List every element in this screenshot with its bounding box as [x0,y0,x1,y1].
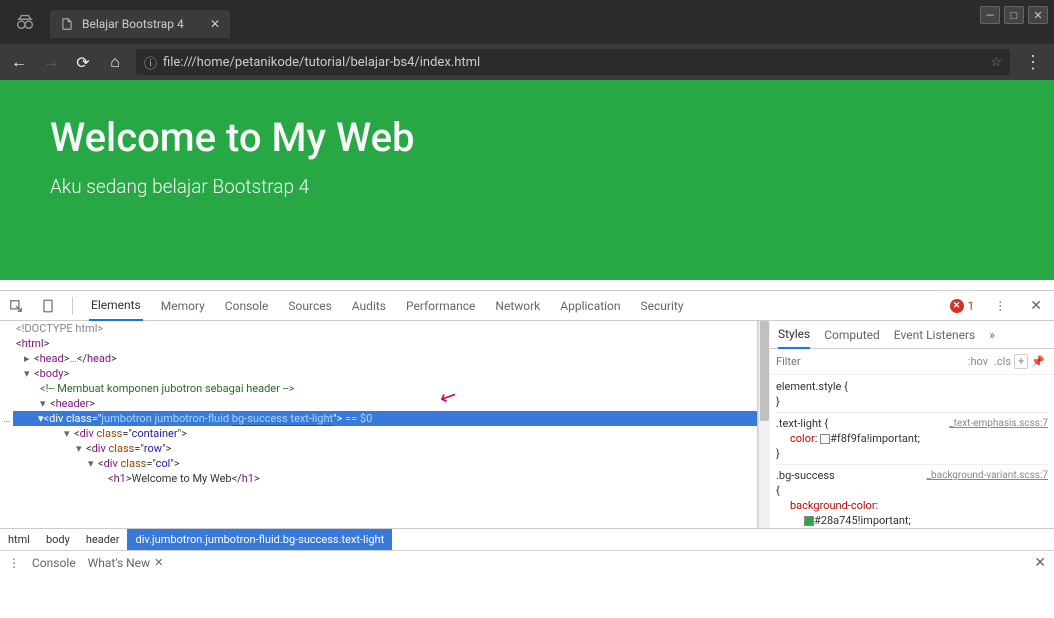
styles-tab-styles[interactable]: Styles [778,321,810,349]
close-icon[interactable]: ✕ [154,556,163,569]
tab-performance[interactable]: Performance [404,291,477,321]
page-viewport: Welcome to My Web Aku sedang belajar Boo… [0,80,1054,290]
dom-selected-element[interactable]: …▾<div class="jumbotron jumbotron-fluid … [0,411,757,426]
scrollbar-thumb[interactable] [760,321,769,421]
rule-element-style[interactable]: element.style {} [776,379,1048,413]
styles-tab-events[interactable]: Event Listeners [894,321,975,349]
browser-menu-button[interactable]: ⋮ [1020,52,1046,73]
collapse-arrow-icon[interactable]: ▾ [88,456,98,471]
dom-col[interactable]: ▾<div class="col"> [0,456,757,471]
reload-button[interactable]: ⟳ [72,51,94,73]
dom-scrollbar[interactable] [758,321,770,528]
drawer-close-button[interactable]: ✕ [1034,555,1046,571]
window-controls: — □ ✕ [980,6,1048,24]
browser-tab[interactable]: Belajar Bootstrap 4 ✕ [50,10,230,38]
jumbotron: Welcome to My Web Aku sedang belajar Boo… [0,80,1054,280]
home-button[interactable]: ⌂ [104,51,126,73]
devtools-drawer: ⋮ Console What's New ✕ ✕ [0,550,1054,574]
tab-console[interactable]: Console [223,291,271,321]
page-heading: Welcome to My Web [50,114,1004,161]
dom-tree[interactable]: <!DOCTYPE html> <html> ▸<head>…</head> ▾… [0,321,758,528]
tab-network[interactable]: Network [493,291,542,321]
crumb-header[interactable]: header [78,529,128,550]
color-swatch-icon[interactable] [804,516,814,526]
incognito-icon [0,0,50,32]
inspect-icon[interactable] [8,298,24,314]
devtools-tabbar: Elements Memory Console Sources Audits P… [0,291,1054,321]
styles-filter-row: :hov .cls + 📌 [770,349,1054,375]
minimize-button[interactable]: — [980,6,1000,24]
drawer-tab-whatsnew[interactable]: What's New ✕ [88,556,164,570]
tab-elements[interactable]: Elements [89,291,143,321]
device-toggle-icon[interactable] [40,298,56,314]
collapse-arrow-icon[interactable]: ▾ [40,396,50,411]
collapse-arrow-icon[interactable]: ▾ [24,366,34,381]
devtools-menu-button[interactable]: ⋮ [990,299,1010,313]
back-button[interactable]: ← [8,51,30,73]
styles-tab-more[interactable]: » [989,321,995,349]
crumb-body[interactable]: body [38,529,78,550]
error-count: 1 [968,299,975,313]
devtools: Elements Memory Console Sources Audits P… [0,290,1054,574]
page-subheading: Aku sedang belajar Bootstrap 4 [50,175,1004,198]
collapse-arrow-icon[interactable]: ▾ [64,426,74,441]
rule-bg-success[interactable]: _background-variant.scss:7 .bg-success{ … [776,468,1048,528]
dom-row[interactable]: ▾<div class="row"> [0,441,757,456]
dom-breadcrumb: html body header div.jumbotron.jumbotron… [0,528,1054,550]
tab-audits[interactable]: Audits [350,291,388,321]
dom-h1[interactable]: <h1>Welcome to My Web</h1> [0,471,757,486]
address-bar[interactable]: ⓘ file:///home/petanikode/tutorial/belaj… [136,49,1010,75]
color-swatch-icon[interactable] [820,434,830,444]
tab-close-icon[interactable]: ✕ [210,17,220,31]
crumb-selected[interactable]: div.jumbotron.jumbotron-fluid.bg-success… [127,529,392,550]
tab-title: Belajar Bootstrap 4 [82,17,184,31]
devtools-close-button[interactable]: ✕ [1026,298,1046,314]
page-icon [60,17,74,31]
tab-sources[interactable]: Sources [286,291,333,321]
hov-toggle[interactable]: :hov [965,355,991,368]
dom-head[interactable]: ▸<head>…</head> [0,351,757,366]
styles-panel: Styles Computed Event Listeners » :hov .… [770,321,1054,528]
maximize-button[interactable]: □ [1004,6,1024,24]
rule-source-link[interactable]: _text-emphasis.scss:7 [949,416,1048,431]
url-text: file:///home/petanikode/tutorial/belajar… [163,55,480,70]
bookmark-star-icon[interactable]: ☆ [990,55,1002,70]
expand-arrow-icon[interactable]: ▸ [24,351,34,366]
styles-tabbar: Styles Computed Event Listeners » [770,321,1054,349]
rule-text-light[interactable]: _text-emphasis.scss:7 .text-light { colo… [776,416,1048,465]
styles-filter-input[interactable] [776,355,965,368]
tab-security[interactable]: Security [639,291,686,321]
tab-application[interactable]: Application [558,291,622,321]
dom-container[interactable]: ▾<div class="container"> [0,426,757,441]
drawer-tab-console[interactable]: Console [32,556,76,570]
tab-memory[interactable]: Memory [159,291,207,321]
dom-doctype[interactable]: <!DOCTYPE html> [0,321,757,336]
forward-button[interactable]: → [40,51,62,73]
dom-body-open[interactable]: ▾<body> [0,366,757,381]
dom-header-open[interactable]: ▾<header> [0,396,757,411]
collapse-arrow-icon[interactable]: ▾ [38,412,44,425]
dom-comment[interactable]: <!-- Membuat komponen jubotron sebagai h… [0,381,757,396]
collapse-arrow-icon[interactable]: ▾ [76,441,86,456]
close-window-button[interactable]: ✕ [1028,6,1048,24]
dom-html-open[interactable]: <html> [0,336,757,351]
drawer-menu-button[interactable]: ⋮ [8,556,20,570]
rule-source-link[interactable]: _background-variant.scss:7 [927,468,1048,483]
browser-toolbar: ← → ⟳ ⌂ ⓘ file:///home/petanikode/tutori… [0,44,1054,80]
window-titlebar: Belajar Bootstrap 4 ✕ — □ ✕ [0,0,1054,44]
styles-tab-computed[interactable]: Computed [824,321,880,349]
error-indicator[interactable]: ✕1 [950,299,975,313]
cls-toggle[interactable]: .cls [991,355,1014,368]
error-badge-icon: ✕ [950,299,964,313]
info-icon[interactable]: ⓘ [144,53,157,72]
css-rules[interactable]: element.style {} _text-emphasis.scss:7 .… [770,375,1054,528]
new-rule-button[interactable]: + [1014,354,1028,369]
pin-icon[interactable]: 📌 [1028,355,1048,368]
crumb-html[interactable]: html [0,529,38,550]
